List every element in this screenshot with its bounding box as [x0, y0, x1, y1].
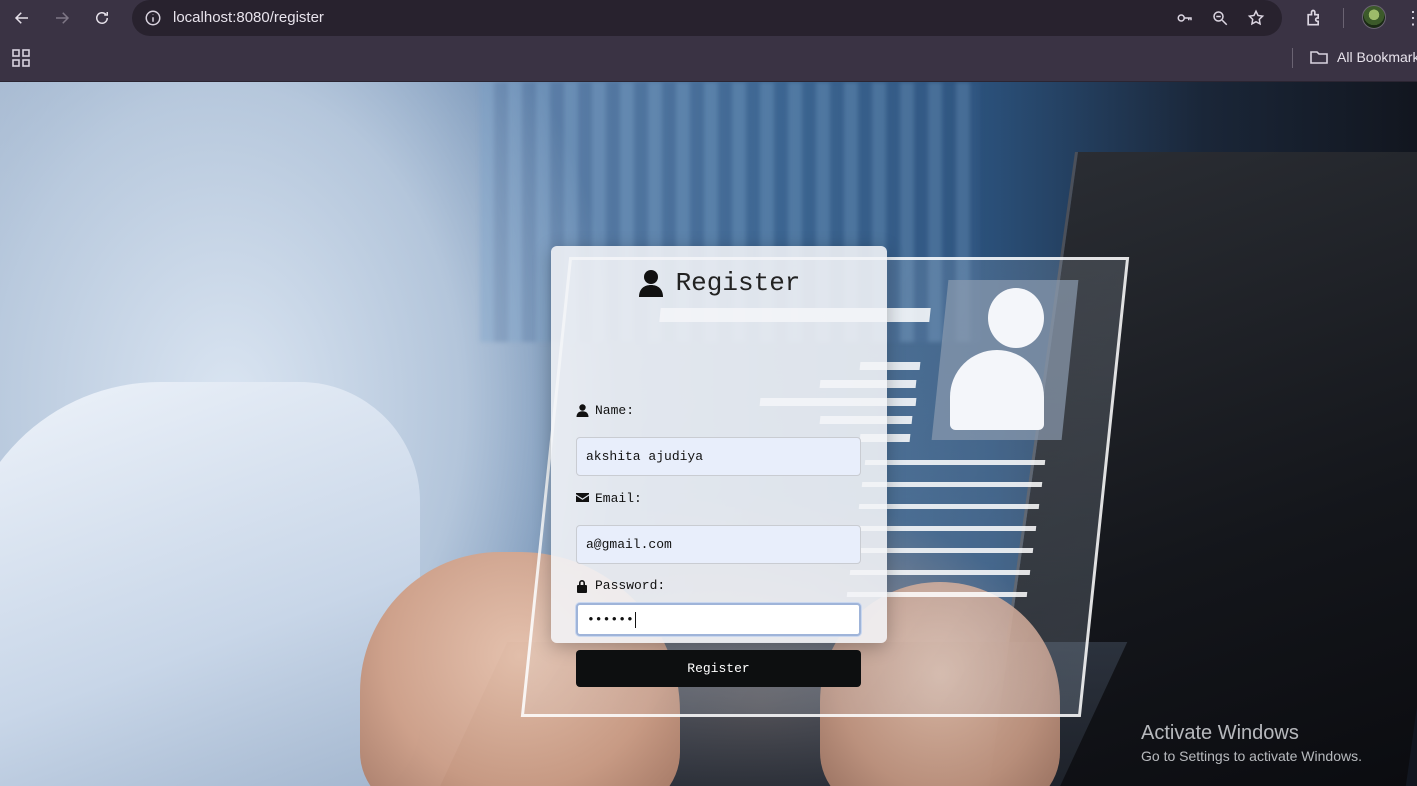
name-label-text: Name:	[595, 403, 635, 418]
name-label: Name:	[576, 403, 634, 418]
all-bookmarks-link[interactable]: All Bookmark	[1337, 49, 1417, 65]
name-value: akshita ajudiya	[586, 449, 704, 464]
register-button[interactable]: Register	[576, 650, 861, 687]
bookmarks-divider	[1292, 48, 1293, 68]
user-icon	[638, 269, 664, 297]
name-field[interactable]: akshita ajudiya	[576, 437, 861, 476]
shirt-sleeve	[0, 382, 420, 786]
site-info-icon[interactable]	[142, 7, 164, 29]
url-text[interactable]: localhost:8080/register	[173, 9, 324, 26]
email-label: Email:	[576, 491, 642, 506]
profile-avatar[interactable]	[1362, 5, 1386, 29]
forward-icon[interactable]	[50, 6, 74, 30]
register-card: Register Name: akshita ajudiya Email: a@…	[551, 246, 887, 687]
browser-toolbar: localhost:8080/register ⋮	[0, 0, 1417, 36]
password-label-text: Password:	[595, 578, 666, 593]
folder-icon[interactable]	[1309, 47, 1329, 67]
extensions-icon[interactable]	[1302, 6, 1326, 30]
email-label-text: Email:	[595, 491, 642, 506]
menu-icon[interactable]: ⋮	[1404, 6, 1417, 30]
email-value: a@gmail.com	[586, 537, 672, 552]
password-label: Password:	[576, 578, 665, 593]
envelope-icon	[576, 492, 589, 505]
user-icon	[576, 404, 589, 417]
back-icon[interactable]	[10, 6, 34, 30]
hologram-line	[861, 482, 1043, 487]
hologram-line	[864, 460, 1046, 465]
zoom-icon[interactable]	[1209, 7, 1231, 29]
activate-windows-watermark: Activate Windows Go to Settings to activ…	[1141, 722, 1362, 764]
hologram-person-head	[988, 288, 1044, 348]
activate-windows-subtitle: Go to Settings to activate Windows.	[1141, 748, 1362, 764]
text-caret	[634, 611, 636, 628]
star-icon[interactable]	[1245, 7, 1267, 29]
reload-icon[interactable]	[90, 6, 114, 30]
register-heading: Register	[551, 268, 887, 298]
email-field[interactable]: a@gmail.com	[576, 525, 861, 564]
page-background: Register Name: akshita ajudiya Email: a@…	[0, 82, 1417, 786]
password-value: ••••••	[587, 612, 634, 627]
key-icon[interactable]	[1174, 7, 1196, 29]
lock-icon	[576, 579, 589, 593]
address-bar[interactable]: localhost:8080/register	[132, 0, 1282, 36]
apps-icon[interactable]	[11, 48, 31, 68]
bookmarks-bar	[0, 36, 1417, 82]
activate-windows-title: Activate Windows	[1141, 722, 1299, 744]
toolbar-divider	[1343, 8, 1344, 28]
page-title: Register	[675, 268, 801, 298]
password-field[interactable]: ••••••	[576, 603, 861, 636]
